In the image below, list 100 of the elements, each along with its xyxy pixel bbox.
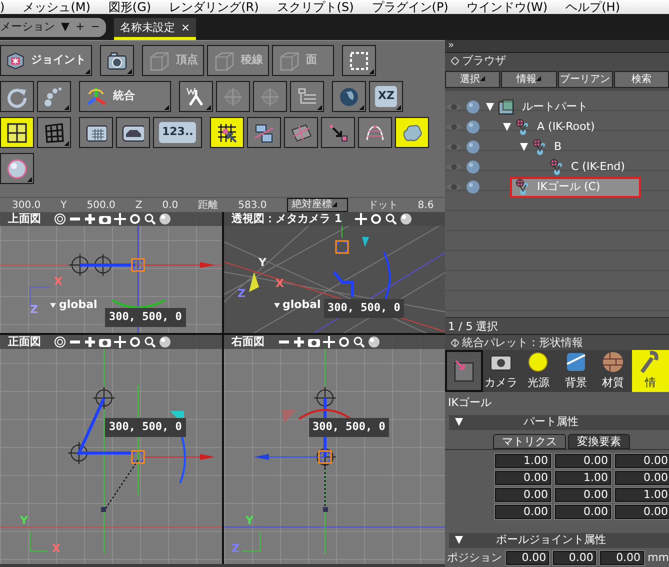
rotation-arc[interactable] <box>112 299 166 308</box>
matrix-field[interactable]: 0.00 <box>615 454 669 468</box>
viewport-title[interactable]: 右面図 <box>232 335 264 350</box>
space-label[interactable]: global <box>59 297 98 314</box>
viewport[interactable]: 正面図 300, 500, 0 Y X <box>0 335 222 564</box>
viewport-title[interactable]: 上面図 <box>8 212 41 228</box>
tab-control[interactable]: + <box>75 19 85 36</box>
expand-triangle-icon[interactable] <box>486 103 494 111</box>
menu-item[interactable]: スクリプト(S) <box>276 0 354 14</box>
ball-icon[interactable] <box>466 100 480 114</box>
camera-icon[interactable] <box>99 213 111 225</box>
collapse-triangle-icon[interactable] <box>455 536 463 544</box>
space-label[interactable]: global <box>282 297 321 314</box>
rotate-icon[interactable] <box>129 336 141 348</box>
tool-button[interactable] <box>179 81 213 112</box>
camera-icon[interactable] <box>308 336 320 348</box>
viewport[interactable]: 右面図 300, 500, 0 Y Z <box>224 335 445 564</box>
menu-item[interactable]: レンダリング(R) <box>169 0 259 14</box>
tool-button[interactable] <box>0 81 34 112</box>
tool-button[interactable] <box>247 117 282 148</box>
matrix-field[interactable]: 0.00 <box>555 454 611 468</box>
browser-button[interactable]: 検索 <box>614 71 669 88</box>
menu-item[interactable]: プラグイン(P) <box>372 0 448 14</box>
browser-button[interactable]: ブーリアン <box>558 71 613 88</box>
menu-item[interactable]: ヘルプ(H) <box>566 0 620 14</box>
collapse-triangle-icon[interactable] <box>455 418 463 426</box>
tool-button[interactable]: XZ <box>369 81 404 112</box>
matrix-field[interactable]: 0.00 <box>495 470 551 484</box>
close-button[interactable]: × <box>180 20 190 37</box>
coordinate-mode-dropdown[interactable]: 絶対座標 <box>286 198 348 212</box>
zoom-icon[interactable] <box>384 213 397 225</box>
rotate-icon[interactable] <box>338 336 350 348</box>
matrix-field[interactable]: 1.00 <box>555 470 611 484</box>
ball-icon[interactable] <box>466 180 480 194</box>
move-icon[interactable] <box>114 213 126 225</box>
tab-control[interactable]: ▼ <box>61 19 70 36</box>
joint-handle-icon[interactable] <box>131 450 145 464</box>
viewport[interactable]: 上面図 300, 500, 0 X Z global <box>0 212 222 333</box>
joint-handle-icon[interactable] <box>318 450 332 464</box>
tool-button[interactable] <box>37 81 71 112</box>
tree-item[interactable]: C (IK-End) <box>545 158 665 176</box>
tool-button[interactable]: ジョイント <box>0 45 92 76</box>
plus-icon[interactable] <box>84 213 96 225</box>
ball-icon[interactable] <box>466 140 480 154</box>
zoom-icon[interactable] <box>144 213 156 225</box>
menu-item[interactable]: メッシュ(M) <box>22 0 90 14</box>
rotate-icon[interactable] <box>129 213 141 225</box>
matrix-field[interactable]: 0.00 <box>615 504 669 518</box>
menu-item[interactable]: ) <box>0 0 5 14</box>
tool-button[interactable] <box>358 117 392 148</box>
target-icon[interactable] <box>54 213 66 225</box>
number-field[interactable]: 0.00 <box>506 550 550 565</box>
tool-button[interactable] <box>210 117 244 148</box>
rotate-icon[interactable] <box>370 213 382 225</box>
tab-control[interactable]: − <box>90 19 100 36</box>
viewport[interactable]: 透視図：メタカメラ 1 300, 500, 0 Y Z X global <box>224 212 445 333</box>
menu-item[interactable]: 図形(G) <box>108 0 152 14</box>
joint-handle-icon[interactable] <box>131 258 145 272</box>
document-tab[interactable]: 名称未設定 × <box>114 18 196 40</box>
matrix-field[interactable]: 1.00 <box>615 488 669 502</box>
tool-button[interactable] <box>332 81 366 112</box>
tool-button[interactable] <box>395 117 430 148</box>
tool-button[interactable] <box>342 45 376 76</box>
browser-button[interactable]: 情報 <box>501 71 556 88</box>
palette-tab[interactable] <box>445 350 483 392</box>
matrix-field[interactable]: 0.00 <box>495 504 551 518</box>
tree-item[interactable]: ルートパート <box>494 98 628 116</box>
tool-button[interactable] <box>100 45 134 76</box>
palette-tab[interactable]: 光源 <box>520 350 558 392</box>
matrix-field[interactable]: 0.00 <box>495 488 551 502</box>
panel-tab[interactable]: メーション ▼ + − <box>0 18 106 37</box>
menu-item[interactable]: ウインドウ(W) <box>466 0 548 14</box>
tool-button[interactable] <box>290 81 324 112</box>
number-field[interactable]: 0.00 <box>600 550 644 565</box>
target-icon[interactable] <box>54 336 66 348</box>
ball-icon[interactable] <box>466 160 480 174</box>
matrix-field[interactable]: 0.00 <box>615 470 669 484</box>
viewport-title[interactable]: 正面図 <box>8 335 41 350</box>
number-field[interactable]: 0.00 <box>553 550 596 565</box>
tool-button[interactable] <box>116 117 150 148</box>
palette-tab[interactable]: 背景 <box>557 350 594 392</box>
matrix-tab[interactable]: 変換要素 <box>568 434 630 448</box>
sphere-icon[interactable] <box>159 336 171 348</box>
palette-tab[interactable]: カメラ <box>482 350 520 392</box>
tool-button[interactable]: 123.. <box>153 117 202 148</box>
tree-item[interactable]: B <box>528 138 602 156</box>
collapse-button[interactable]: » <box>445 40 669 52</box>
matrix-field[interactable]: 0.00 <box>555 504 611 518</box>
tool-button[interactable] <box>284 117 318 148</box>
matrix-tab[interactable]: マトリクス <box>493 434 566 448</box>
move-icon[interactable] <box>322 336 334 348</box>
palette-tab[interactable]: 材質 <box>594 350 632 392</box>
sphere-icon[interactable] <box>368 336 380 348</box>
tool-button[interactable] <box>0 117 34 148</box>
palette-tab[interactable]: 情 <box>632 350 669 392</box>
move-icon[interactable] <box>354 213 367 225</box>
ball-icon[interactable] <box>466 120 480 134</box>
plus-icon[interactable] <box>292 336 304 348</box>
expand-triangle-icon[interactable] <box>503 123 511 131</box>
tree-item[interactable]: A (IK-Root) <box>511 118 635 136</box>
